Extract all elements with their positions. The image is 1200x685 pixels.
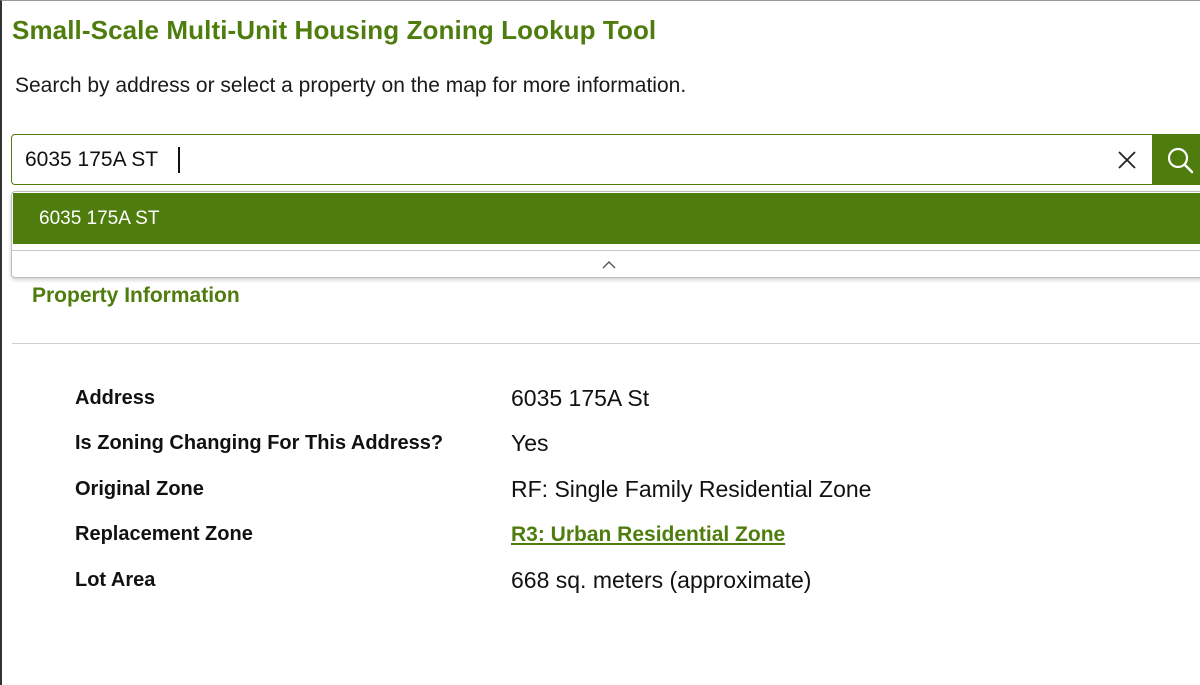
collapse-suggestions-button[interactable] [597,256,621,272]
search-input[interactable] [25,135,1105,184]
info-row-zoning-changing: Is Zoning Changing For This Address? Yes [2,430,1200,462]
app-window: Small-Scale Multi-Unit Housing Zoning Lo… [0,0,1200,685]
page-title: Small-Scale Multi-Unit Housing Zoning Lo… [12,15,657,45]
clear-search-button[interactable] [1106,135,1148,184]
search-button[interactable] [1152,134,1200,185]
suggestions-dropdown: 6035 175A ST [11,191,1200,278]
info-label: Is Zoning Changing For This Address? [75,432,444,454]
info-label: Replacement Zone [75,523,253,545]
close-icon [1118,150,1136,169]
info-label: Address [75,387,156,409]
info-label: Original Zone [75,478,204,500]
section-title: Property Information [32,284,240,307]
info-value: 6035 175A St [511,385,650,411]
info-row-replacement-zone: Replacement Zone R3: Urban Residential Z… [2,523,1200,553]
dropdown-divider [12,250,1200,251]
info-row-address: Address 6035 175A St [2,385,1200,417]
replacement-zone-link[interactable]: R3: Urban Residential Zone [511,523,785,547]
info-value: 668 sq. meters (approximate) [511,567,812,593]
instructions-text: Search by address or select a property o… [15,74,687,97]
info-label: Lot Area [75,569,156,591]
search-icon [1167,147,1194,173]
info-row-original-zone: Original Zone RF: Single Family Resident… [2,476,1200,508]
info-row-lot-area: Lot Area 668 sq. meters (approximate) [2,567,1200,599]
chevron-up-icon [602,260,616,268]
text-cursor [178,147,180,173]
section-divider [12,343,1200,344]
search-bar [11,134,1200,185]
info-value: Yes [511,430,549,456]
suggestion-item[interactable]: 6035 175A ST [13,193,1200,244]
info-value: RF: Single Family Residential Zone [511,476,872,502]
